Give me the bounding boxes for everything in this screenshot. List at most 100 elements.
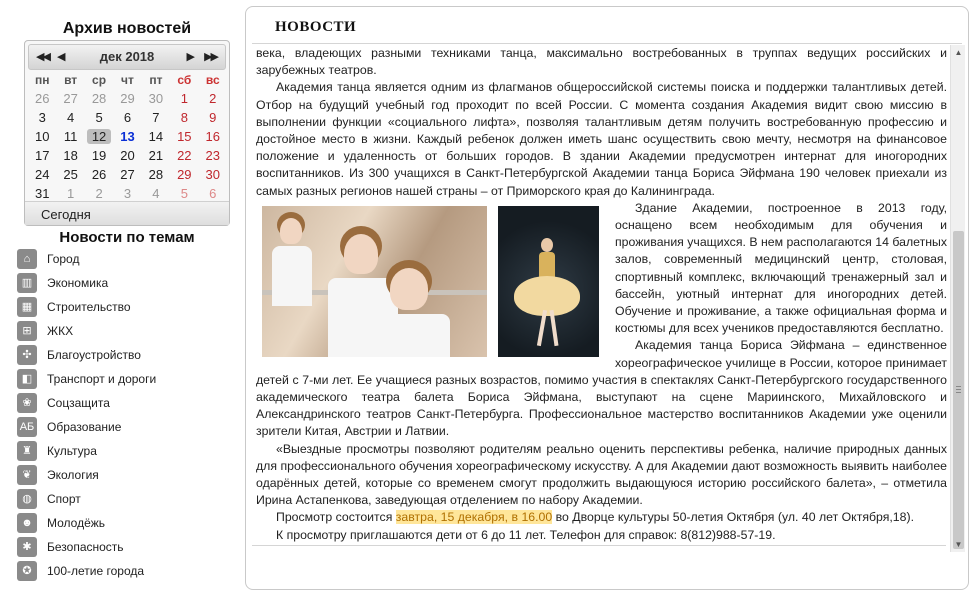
article-paragraph: К просмотру приглашаются дети от 6 до 11… xyxy=(276,527,776,542)
calendar-day[interactable]: 19 xyxy=(85,146,113,165)
today-button[interactable]: Сегодня xyxy=(41,207,91,222)
topic-item-transport[interactable]: ◧ Транспорт и дороги xyxy=(17,367,237,391)
calendar-day[interactable]: 16 xyxy=(199,127,227,146)
calendar-day[interactable]: 29 xyxy=(113,89,141,108)
ballet-class-photo xyxy=(262,205,487,357)
calendar-day[interactable]: 6 xyxy=(113,108,141,127)
calendar-day-selected[interactable]: 12 xyxy=(85,127,113,146)
calendar-day[interactable]: 24 xyxy=(28,165,56,184)
news-title: НОВОСТИ xyxy=(275,19,357,35)
calendar-day[interactable]: 14 xyxy=(142,127,170,146)
news-panel: НОВОСТИ века, владеющих разными техникам… xyxy=(245,6,969,590)
topic-label: 100-летие города xyxy=(47,564,145,578)
calendar-day[interactable]: 17 xyxy=(28,146,56,165)
calendar-day[interactable]: 28 xyxy=(142,165,170,184)
topic-item-construction[interactable]: ▦ Строительство xyxy=(17,295,237,319)
calendar-day[interactable]: 8 xyxy=(170,108,198,127)
calendar-month-title: дек 2018 xyxy=(99,49,155,64)
calendar-day[interactable]: 4 xyxy=(56,108,84,127)
topic-item-youth[interactable]: ☻ Молодёжь xyxy=(17,511,237,535)
article-paragraph: «Выездные просмотры позволяют родителям … xyxy=(256,441,947,508)
archive-calendar: ◀◀ ◀ дек 2018 ▶ ▶▶ пн вт ср чт пт сб вс 26 27 28… xyxy=(24,40,230,226)
topic-item-economy[interactable]: ▥ Экономика xyxy=(17,271,237,295)
topic-item-centenary[interactable]: ✪ 100-летие города xyxy=(17,559,237,583)
calendar-day[interactable]: 22 xyxy=(170,146,198,165)
calendar-day[interactable]: 30 xyxy=(142,89,170,108)
calendar-day[interactable]: 9 xyxy=(199,108,227,127)
calendar-day[interactable]: 20 xyxy=(113,146,141,165)
calendar-day[interactable]: 3 xyxy=(28,108,56,127)
bottom-divider xyxy=(252,545,946,546)
calendar-day-today[interactable]: 13 xyxy=(113,127,141,146)
sport-icon: ◍ xyxy=(17,489,37,509)
topic-label: Культура xyxy=(47,444,97,458)
calendar-day[interactable]: 30 xyxy=(199,165,227,184)
youth-icon: ☻ xyxy=(17,513,37,533)
calendar-day[interactable]: 26 xyxy=(85,165,113,184)
calendar-day[interactable]: 2 xyxy=(199,89,227,108)
topic-item-housing[interactable]: ⊞ ЖКХ xyxy=(17,319,237,343)
calendar-header: ◀◀ ◀ дек 2018 ▶ ▶▶ xyxy=(28,44,226,70)
topic-label: Транспорт и дороги xyxy=(47,372,157,386)
topic-label: Строительство xyxy=(47,300,131,314)
calendar-day[interactable]: 29 xyxy=(170,165,198,184)
topic-label: Спорт xyxy=(47,492,81,506)
calendar-footer: Сегодня xyxy=(25,201,229,225)
scroll-up-button[interactable]: ▲ xyxy=(951,45,966,60)
topic-item-safety[interactable]: ✱ Безопасность xyxy=(17,535,237,559)
construction-icon: ▦ xyxy=(17,297,37,317)
transport-icon: ◧ xyxy=(17,369,37,389)
improvement-icon: ✣ xyxy=(17,345,37,365)
next-month-button[interactable]: ▶ xyxy=(187,50,196,63)
scroll-thumb[interactable] xyxy=(953,231,964,549)
calendar-day[interactable]: 7 xyxy=(142,108,170,127)
topic-item-culture[interactable]: ♜ Культура xyxy=(17,439,237,463)
weekday-header: пт xyxy=(149,73,163,87)
weekday-header: пн xyxy=(34,73,50,87)
calendar-day[interactable]: 21 xyxy=(142,146,170,165)
topics-list: ⌂ Город ▥ Экономика ▦ Строительство ⊞ ЖКХ ✣ Благо… xyxy=(17,247,237,583)
calendar-day[interactable]: 23 xyxy=(199,146,227,165)
ecology-icon: ❦ xyxy=(17,465,37,485)
housing-icon: ⊞ xyxy=(17,321,37,341)
topic-label: Экология xyxy=(47,468,99,482)
weekday-header: вт xyxy=(64,73,78,87)
calendar-day[interactable]: 10 xyxy=(28,127,56,146)
culture-icon: ♜ xyxy=(17,441,37,461)
calendar-day[interactable]: 28 xyxy=(85,89,113,108)
calendar-day[interactable]: 27 xyxy=(113,165,141,184)
calendar-day[interactable]: 26 xyxy=(28,89,56,108)
next-year-button[interactable]: ▶▶ xyxy=(204,50,219,63)
calendar-day[interactable]: 27 xyxy=(56,89,84,108)
calendar-day[interactable]: 25 xyxy=(56,165,84,184)
calendar-day[interactable]: 5 xyxy=(85,108,113,127)
calendar-grid: пн вт ср чт пт сб вс 26 27 28 29 30 1 2 3 4 5 6 7 8 9 10 11 12… xyxy=(28,71,227,203)
calendar-day[interactable]: 18 xyxy=(56,146,84,165)
topic-item-sport[interactable]: ◍ Спорт xyxy=(17,487,237,511)
topic-label: Город xyxy=(47,252,80,266)
topic-item-education[interactable]: АБ Образование xyxy=(17,415,237,439)
calendar-day[interactable]: 1 xyxy=(170,89,198,108)
article-paragraph: века, владеющих разными техниками танца,… xyxy=(256,46,947,78)
article-images xyxy=(262,205,607,359)
topic-item-city[interactable]: ⌂ Город xyxy=(17,247,237,271)
education-icon: АБ xyxy=(17,417,37,437)
left-sidebar: Архив новостей ◀◀ ◀ дек 2018 ▶ ▶▶ пн вт ср… xyxy=(0,0,246,594)
weekday-header: чт xyxy=(121,73,134,87)
topic-label: Благоустройство xyxy=(47,348,141,362)
calendar-day[interactable]: 11 xyxy=(56,127,84,146)
topic-label: Безопасность xyxy=(47,540,124,554)
topic-item-improvement[interactable]: ✣ Благоустройство xyxy=(17,343,237,367)
article-scrollbar[interactable]: ▲ ▼ xyxy=(950,45,965,552)
article-paragraph: Просмотр состоится завтра, 15 декабря, в… xyxy=(276,510,914,525)
safety-icon: ✱ xyxy=(17,537,37,557)
weekday-header: сб xyxy=(177,73,192,87)
topic-item-ecology[interactable]: ❦ Экология xyxy=(17,463,237,487)
topic-label: Образование xyxy=(47,420,122,434)
scroll-down-button[interactable]: ▼ xyxy=(951,537,966,552)
archive-title: Архив новостей xyxy=(62,20,192,37)
title-divider xyxy=(252,43,962,44)
topic-item-social[interactable]: ❀ Соцзащита xyxy=(17,391,237,415)
weekday-header: ср xyxy=(92,73,107,87)
calendar-day[interactable]: 15 xyxy=(170,127,198,146)
